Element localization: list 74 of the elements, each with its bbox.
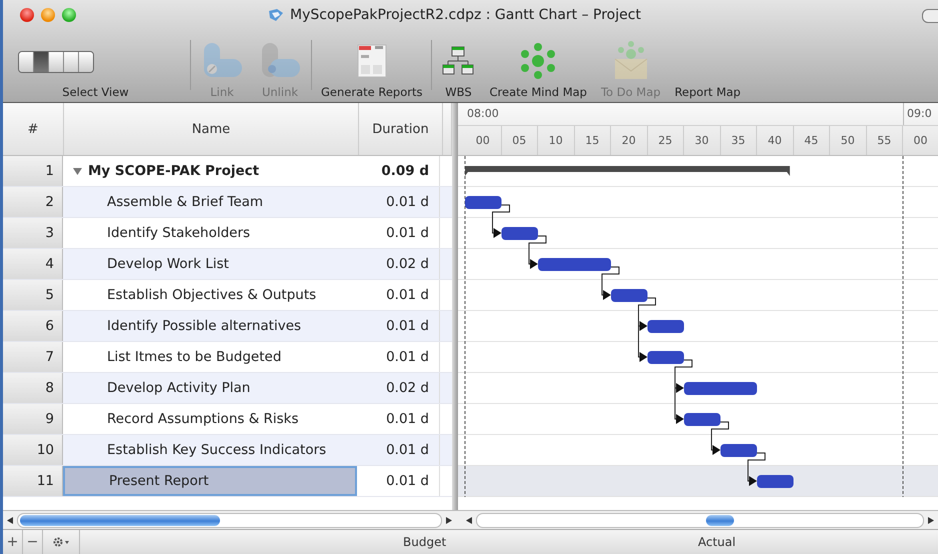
row-number: 10 <box>3 435 63 465</box>
minute-label: 00 <box>465 126 502 155</box>
toolbar-button[interactable]: WBS <box>445 85 472 99</box>
minute-label: 35 <box>720 126 757 155</box>
duration-cell: 0.01 d <box>357 404 440 434</box>
document-icon <box>268 8 284 22</box>
gear-icon <box>52 536 70 548</box>
duration-cell: 0.01 d <box>357 218 440 248</box>
minute-label: 45 <box>794 126 830 155</box>
view-segment[interactable] <box>64 52 78 72</box>
minute-label: 25 <box>648 126 684 155</box>
duration-cell: 0.02 d <box>357 373 440 403</box>
minute-label: 15 <box>574 126 611 155</box>
duration-cell: 0.01 d <box>357 311 440 341</box>
view-selector[interactable] <box>18 51 94 73</box>
toolbar-button[interactable]: Create Mind Map <box>489 85 587 99</box>
minute-label: 10 <box>538 126 574 155</box>
toolbar-button[interactable]: Generate Reports <box>321 85 422 99</box>
actual-label: Actual <box>698 535 736 549</box>
row-number: 4 <box>3 249 63 279</box>
task-name: Identify Possible alternatives <box>107 318 302 334</box>
footer-button[interactable]: + <box>3 530 23 554</box>
duration-cell: 0.01 d <box>357 187 440 217</box>
column-header[interactable]: # <box>3 103 64 155</box>
minute-label: 00 <box>912 133 928 149</box>
scrollbar-thumb[interactable] <box>706 514 734 526</box>
task-name: Record Assumptions & Risks <box>107 411 299 427</box>
view-segment[interactable] <box>48 52 64 72</box>
minute-label: 40 <box>757 126 794 155</box>
footer-button[interactable]: − <box>23 530 43 554</box>
scrollbar-thumb[interactable] <box>20 514 220 526</box>
row-number: 7 <box>3 342 63 372</box>
duration-cell: 0.01 d <box>357 435 440 465</box>
task-name: Develop Work List <box>107 256 229 272</box>
select-view-label: Select View <box>62 85 129 99</box>
row-number: 5 <box>3 280 63 310</box>
view-segment[interactable] <box>78 52 92 72</box>
task-name: Establish Key Success Indicators <box>107 442 326 458</box>
view-segment[interactable] <box>18 52 34 72</box>
minute-label: 55 <box>866 126 903 155</box>
minute-label: 50 <box>830 126 866 155</box>
duration-cell: 0.09 d <box>357 156 440 186</box>
task-name: My SCOPE-PAK Project <box>88 163 260 179</box>
task-name: Establish Objectives & Outputs <box>107 287 316 303</box>
minute-label: 30 <box>684 126 720 155</box>
duration-cell: 0.01 d <box>357 466 440 496</box>
close-button[interactable] <box>20 8 34 22</box>
zoom-button[interactable] <box>62 8 76 22</box>
minute-label: 05 <box>502 126 538 155</box>
row-number: 2 <box>3 187 63 217</box>
task-name: Develop Activity Plan <box>107 380 250 396</box>
window-title: MyScopePakProjectR2.cdpz : Gantt Chart – Project <box>290 7 641 23</box>
duration-cell: 0.01 d <box>357 342 440 372</box>
row-number: 11 <box>3 466 63 496</box>
row-number: 9 <box>3 404 63 434</box>
budget-label: Budget <box>403 535 446 549</box>
hour-label: 09:0 <box>903 103 932 125</box>
column-header[interactable]: Name <box>64 103 359 155</box>
disclosure-triangle-icon[interactable] <box>73 166 82 176</box>
duration-cell: 0.01 d <box>357 280 440 310</box>
view-segment[interactable] <box>34 52 48 72</box>
row-number: 1 <box>3 156 63 186</box>
row-number: 6 <box>3 311 63 341</box>
row-number: 3 <box>3 218 63 248</box>
row-number: 8 <box>3 373 63 403</box>
column-header[interactable]: Duration <box>359 103 443 155</box>
toolbar-button[interactable]: Report Map <box>674 85 741 99</box>
task-name: Identify Stakeholders <box>107 225 250 241</box>
hour-label: 08:00 <box>467 107 499 120</box>
task-name: Present Report <box>109 473 209 489</box>
duration-cell: 0.02 d <box>357 249 440 279</box>
task-name: Assemble & Brief Team <box>107 194 264 210</box>
minute-label: 20 <box>611 126 648 155</box>
task-name: List Itmes to be Budgeted <box>107 349 282 365</box>
